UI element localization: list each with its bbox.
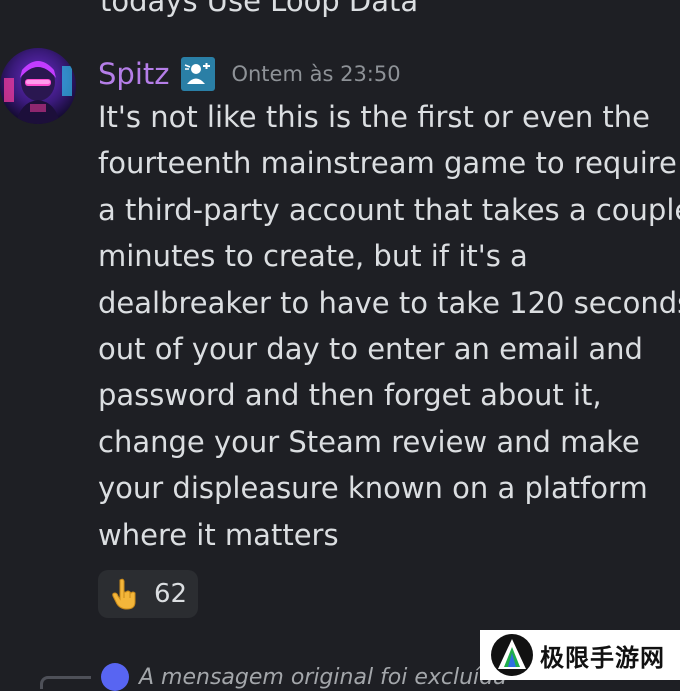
discord-avatar-icon	[101, 663, 129, 691]
watermark-logo-icon	[491, 634, 533, 676]
previous-message-fragment: todays Use Loop Data	[100, 0, 419, 18]
role-badge-icon[interactable]	[181, 57, 216, 91]
reply-preview[interactable]: A mensagem original foi excluída	[40, 663, 507, 691]
reaction-button[interactable]: 62	[98, 570, 198, 618]
pointing-up-hand-icon	[112, 578, 136, 610]
message-line: a third-party account that takes a coupl…	[98, 192, 680, 227]
message-line: out of your day to enter an email and	[98, 332, 643, 367]
message-line: change your Steam review and make	[98, 424, 640, 459]
watermark-text: 极限手游网	[540, 642, 665, 672]
message-content: It's not like this is the first or even …	[98, 94, 680, 558]
message-line: password and then forget about it,	[98, 378, 602, 413]
message-header: Spitz Ontem às 23:50	[98, 54, 401, 94]
message-timestamp[interactable]: Ontem às 23:50	[231, 62, 400, 86]
reaction-count: 62	[154, 579, 188, 609]
message-line: minutes to create, but if it's a	[98, 239, 528, 274]
user-avatar[interactable]	[0, 48, 76, 124]
site-watermark: 极限手游网	[480, 630, 680, 680]
message-line: where it matters	[98, 517, 339, 552]
reply-preview-text: A mensagem original foi excluída	[139, 664, 507, 690]
username[interactable]: Spitz	[98, 57, 169, 91]
message-line: fourteenth mainstream game to require	[98, 146, 677, 181]
message-line: dealbreaker to have to take 120 seconds	[98, 285, 680, 320]
cyberpunk-avatar-icon	[0, 48, 76, 124]
reply-connector	[40, 675, 91, 689]
message-line: It's not like this is the first or even …	[98, 100, 651, 134]
message-line: your displeasure known on a platform	[98, 471, 648, 506]
